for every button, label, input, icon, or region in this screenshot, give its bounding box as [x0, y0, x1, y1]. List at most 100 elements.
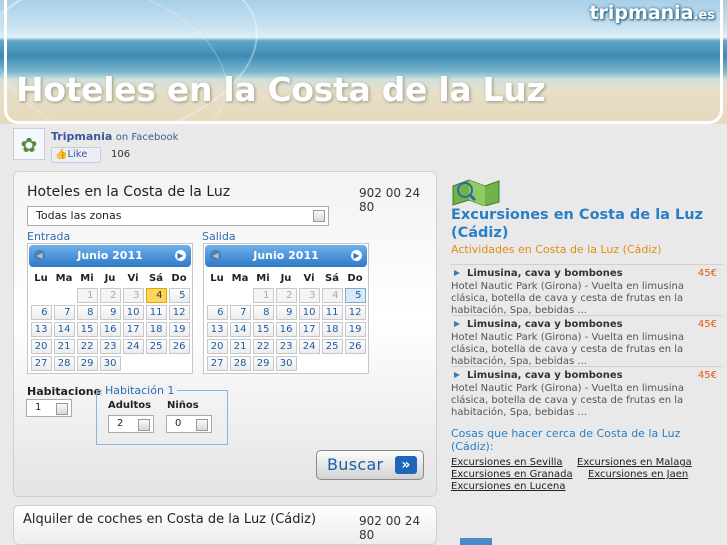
calendar-day[interactable]: 30 [275, 356, 297, 371]
calendar-day[interactable]: 27 [30, 356, 52, 371]
zone-select-value: Todas las zonas [36, 209, 122, 222]
calendar-day[interactable]: 30 [99, 356, 121, 371]
calendar-day[interactable]: 6 [30, 305, 52, 320]
map-icon [452, 179, 500, 206]
weekday-header: Ma [231, 272, 249, 284]
next-month-icon[interactable]: ▶ [175, 250, 186, 261]
calendar-day[interactable]: 18 [321, 322, 343, 337]
calendar-day: 4 [321, 288, 343, 303]
calendar-day[interactable]: 29 [252, 356, 274, 371]
calendar-day[interactable]: 23 [275, 339, 297, 354]
calendar-day[interactable]: 19 [168, 322, 190, 337]
calendar-day[interactable]: 15 [252, 322, 274, 337]
calendar-day[interactable]: 24 [298, 339, 320, 354]
calendar-day[interactable]: 21 [53, 339, 75, 354]
calendar-day[interactable]: 26 [168, 339, 190, 354]
calendar-day[interactable]: 7 [53, 305, 75, 320]
calendar-day[interactable]: 18 [145, 322, 167, 337]
calendar-day[interactable]: 4 [145, 288, 167, 303]
calendar-month: Junio 2011 [77, 249, 143, 262]
next-month-icon[interactable]: ▶ [351, 250, 362, 261]
item-title[interactable]: Limusina, cava y bombones [467, 268, 623, 279]
calendar-day[interactable]: 7 [229, 305, 251, 320]
facebook-on-label: on Facebook [115, 132, 179, 143]
calendar-day[interactable]: 11 [321, 305, 343, 320]
calendar-day: 2 [275, 288, 297, 303]
calendar-day[interactable]: 5 [344, 288, 366, 303]
calendar-day[interactable]: 14 [229, 322, 251, 337]
calendar-day[interactable]: 25 [145, 339, 167, 354]
zone-select[interactable]: Todas las zonas [27, 206, 329, 226]
calendar-day[interactable]: 12 [168, 305, 190, 320]
calendar-day[interactable]: 13 [206, 322, 228, 337]
prev-month-icon[interactable]: ◀ [210, 250, 221, 261]
calendar-day[interactable]: 22 [252, 339, 274, 354]
item-price: 45€ [697, 319, 717, 330]
item-description: Hotel Nautic Park (Girona) - Vuelta en l… [451, 383, 684, 418]
list-item[interactable]: Limusina, cava y bombones 45€ Hotel Naut… [451, 366, 723, 418]
weekday-header: Mi [80, 272, 94, 284]
link-lucena[interactable]: Excursiones en Lucena [451, 481, 566, 492]
calendar-day[interactable]: 9 [99, 305, 121, 320]
facebook-like-button[interactable]: 👍Like [51, 147, 101, 163]
calendar-day[interactable]: 11 [145, 305, 167, 320]
calendar-day[interactable]: 10 [298, 305, 320, 320]
calendar-day[interactable]: 10 [122, 305, 144, 320]
item-title[interactable]: Limusina, cava y bombones [467, 319, 623, 330]
double-arrow-icon: » [395, 456, 417, 474]
calendar-day[interactable]: 16 [275, 322, 297, 337]
link-malaga[interactable]: Excursiones en Malaga [577, 457, 692, 468]
facebook-avatar-icon[interactable]: ✿ [13, 128, 45, 160]
calendar-day[interactable]: 19 [344, 322, 366, 337]
link-jaen[interactable]: Excursiones en Jaen [588, 469, 688, 480]
calendar-day[interactable]: 14 [53, 322, 75, 337]
list-item[interactable]: Limusina, cava y bombones 45€ Hotel Naut… [451, 264, 723, 316]
calendar-day[interactable]: 22 [76, 339, 98, 354]
search-button[interactable]: Buscar » [316, 450, 424, 480]
facebook-page-link[interactable]: Tripmania on Facebook [51, 130, 178, 143]
calendar-day[interactable]: 24 [122, 339, 144, 354]
item-title[interactable]: Limusina, cava y bombones [467, 370, 623, 381]
calendar-day[interactable]: 25 [321, 339, 343, 354]
link-granada[interactable]: Excursiones en Granada [451, 469, 573, 480]
weekday-header: Sá [325, 272, 339, 284]
calendar-day[interactable]: 23 [99, 339, 121, 354]
ninos-select[interactable]: 0 [166, 415, 212, 433]
excursions-title[interactable]: Excursiones en Costa de la Luz (Cádiz) [451, 206, 723, 242]
calendar-day[interactable]: 13 [30, 322, 52, 337]
item-description: Hotel Nautic Park (Girona) - Vuelta en l… [451, 281, 684, 316]
calendar-day[interactable]: 8 [252, 305, 274, 320]
calendar-day[interactable]: 12 [344, 305, 366, 320]
calendar-day[interactable]: 20 [206, 339, 228, 354]
calendar-day[interactable]: 15 [76, 322, 98, 337]
calendar-day[interactable]: 17 [122, 322, 144, 337]
hotel-search-panel: Hoteles en la Costa de la Luz 902 00 24 … [13, 171, 437, 497]
calendar-day[interactable]: 27 [206, 356, 228, 371]
car-rental-phone: 902 00 24 80 [359, 514, 421, 542]
page-title: Hoteles en la Costa de la Luz [16, 70, 546, 109]
calendar-day[interactable]: 20 [30, 339, 52, 354]
habitaciones-value: 1 [35, 402, 42, 413]
nearby-title: Cosas que hacer cerca de Costa de la Luz… [451, 427, 681, 453]
item-description: Hotel Nautic Park (Girona) - Vuelta en l… [451, 332, 684, 367]
link-sevilla[interactable]: Excursiones en Sevilla [451, 457, 563, 468]
calendar-day[interactable]: 17 [298, 322, 320, 337]
list-item[interactable]: Limusina, cava y bombones 45€ Hotel Naut… [451, 315, 723, 367]
calendar-day[interactable]: 8 [76, 305, 98, 320]
calendar-day[interactable]: 28 [229, 356, 251, 371]
calendar-day[interactable]: 9 [275, 305, 297, 320]
site-logo[interactable]: tripmania.es [589, 2, 715, 24]
calendar-day[interactable]: 6 [206, 305, 228, 320]
facebook-page-name[interactable]: Tripmania [51, 130, 112, 143]
chevron-down-icon [196, 419, 208, 431]
calendar-day[interactable]: 16 [99, 322, 121, 337]
calendar-day[interactable]: 26 [344, 339, 366, 354]
prev-month-icon[interactable]: ◀ [34, 250, 45, 261]
calendar-day[interactable]: 21 [229, 339, 251, 354]
calendar-day[interactable]: 28 [53, 356, 75, 371]
habitaciones-select[interactable]: 1 [26, 399, 72, 417]
adultos-select[interactable]: 2 [108, 415, 154, 433]
calendar-day[interactable]: 5 [168, 288, 190, 303]
chevron-down-icon [313, 210, 325, 222]
calendar-day[interactable]: 29 [76, 356, 98, 371]
